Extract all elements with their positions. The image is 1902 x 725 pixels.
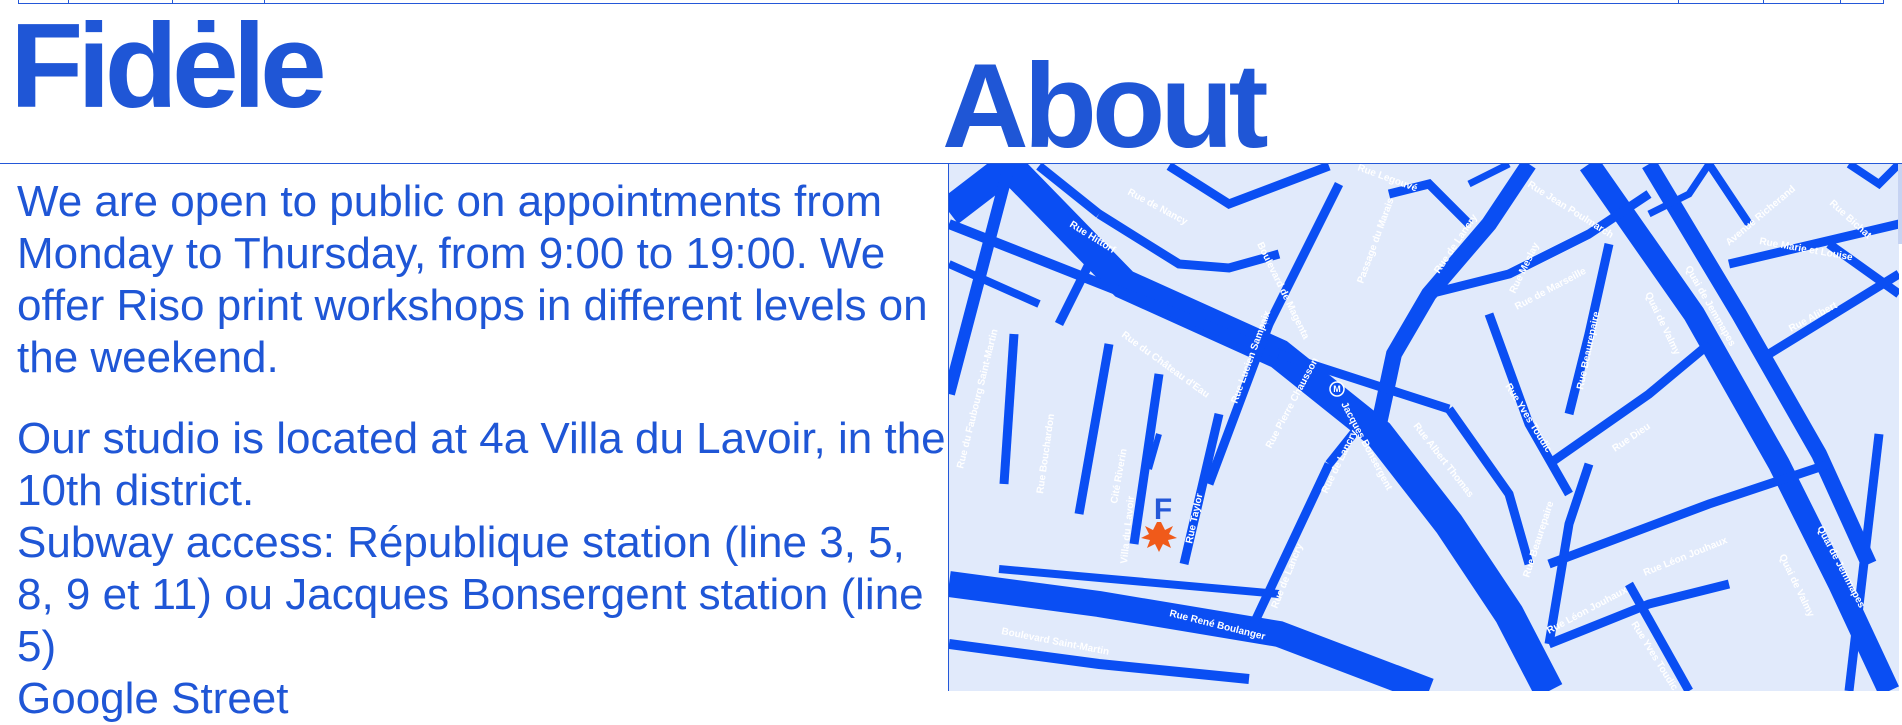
rue-marie-et-louise <box>1727 219 1899 269</box>
rue-yves-toudic <box>1484 312 1573 497</box>
opening-hours-paragraph: We are open to public on appointments fr… <box>17 177 928 382</box>
street-label: Rue de Nancy <box>1126 187 1190 228</box>
nav-cell[interactable] <box>1764 0 1841 3</box>
brand-logo[interactable]: Fidėle <box>10 6 327 126</box>
street-label: Rue Yves Toudic <box>1502 382 1553 455</box>
avenue-richerand <box>1705 164 1753 227</box>
street-label: Rue Bouchardon <box>1035 413 1057 494</box>
street <box>949 260 1041 308</box>
studio-marker-letter[interactable]: F <box>1154 493 1172 526</box>
rue-de-lancry <box>1244 462 1334 636</box>
scrollbar[interactable] <box>1898 164 1902 244</box>
location-map[interactable]: M F Rue de Nancy Rue Hittorf Rue du Faub… <box>948 164 1899 691</box>
street-label: Quai de Valmy <box>1776 552 1816 619</box>
about-text: We are open to public on appointments fr… <box>17 176 947 725</box>
street <box>1166 164 1331 210</box>
street <box>1846 164 1899 190</box>
street-label: Rue Taylor <box>1184 492 1205 544</box>
street <box>1387 179 1473 228</box>
studio-marker-icon[interactable] <box>1141 522 1177 552</box>
street <box>1096 210 1281 273</box>
street-label: Rue Léon Jouhaux <box>1642 535 1729 579</box>
street-label: Rue Beaurepaire <box>1575 310 1602 390</box>
street <box>1467 164 1511 188</box>
street-label: Rue Legouvé <box>1356 164 1419 194</box>
nav-cell <box>265 0 1679 3</box>
nav-cell[interactable] <box>1841 0 1883 3</box>
street <box>1264 181 1344 327</box>
rue-bouchardon <box>999 333 1019 485</box>
page-title: About <box>942 39 1269 173</box>
nav-cell[interactable] <box>1679 0 1764 3</box>
metro-symbol: M <box>1333 384 1341 394</box>
street <box>1074 343 1114 515</box>
street-label: Rue du Château d'Eau <box>1119 330 1211 401</box>
google-street-link[interactable]: Google Street <box>17 673 947 725</box>
street-label: Passage du Marais <box>1355 196 1396 285</box>
rue-alibert <box>1766 270 1899 358</box>
subway-access-text: Subway access: République station (line … <box>17 518 924 671</box>
location-paragraph: Our studio is located at 4a Villa du Lav… <box>17 414 946 515</box>
street-label: Rue Dieu <box>1611 421 1653 454</box>
map-graphic: M F Rue de Nancy Rue Hittorf Rue du Faub… <box>949 164 1899 691</box>
street-label: Rue de Lancry <box>1320 428 1360 495</box>
